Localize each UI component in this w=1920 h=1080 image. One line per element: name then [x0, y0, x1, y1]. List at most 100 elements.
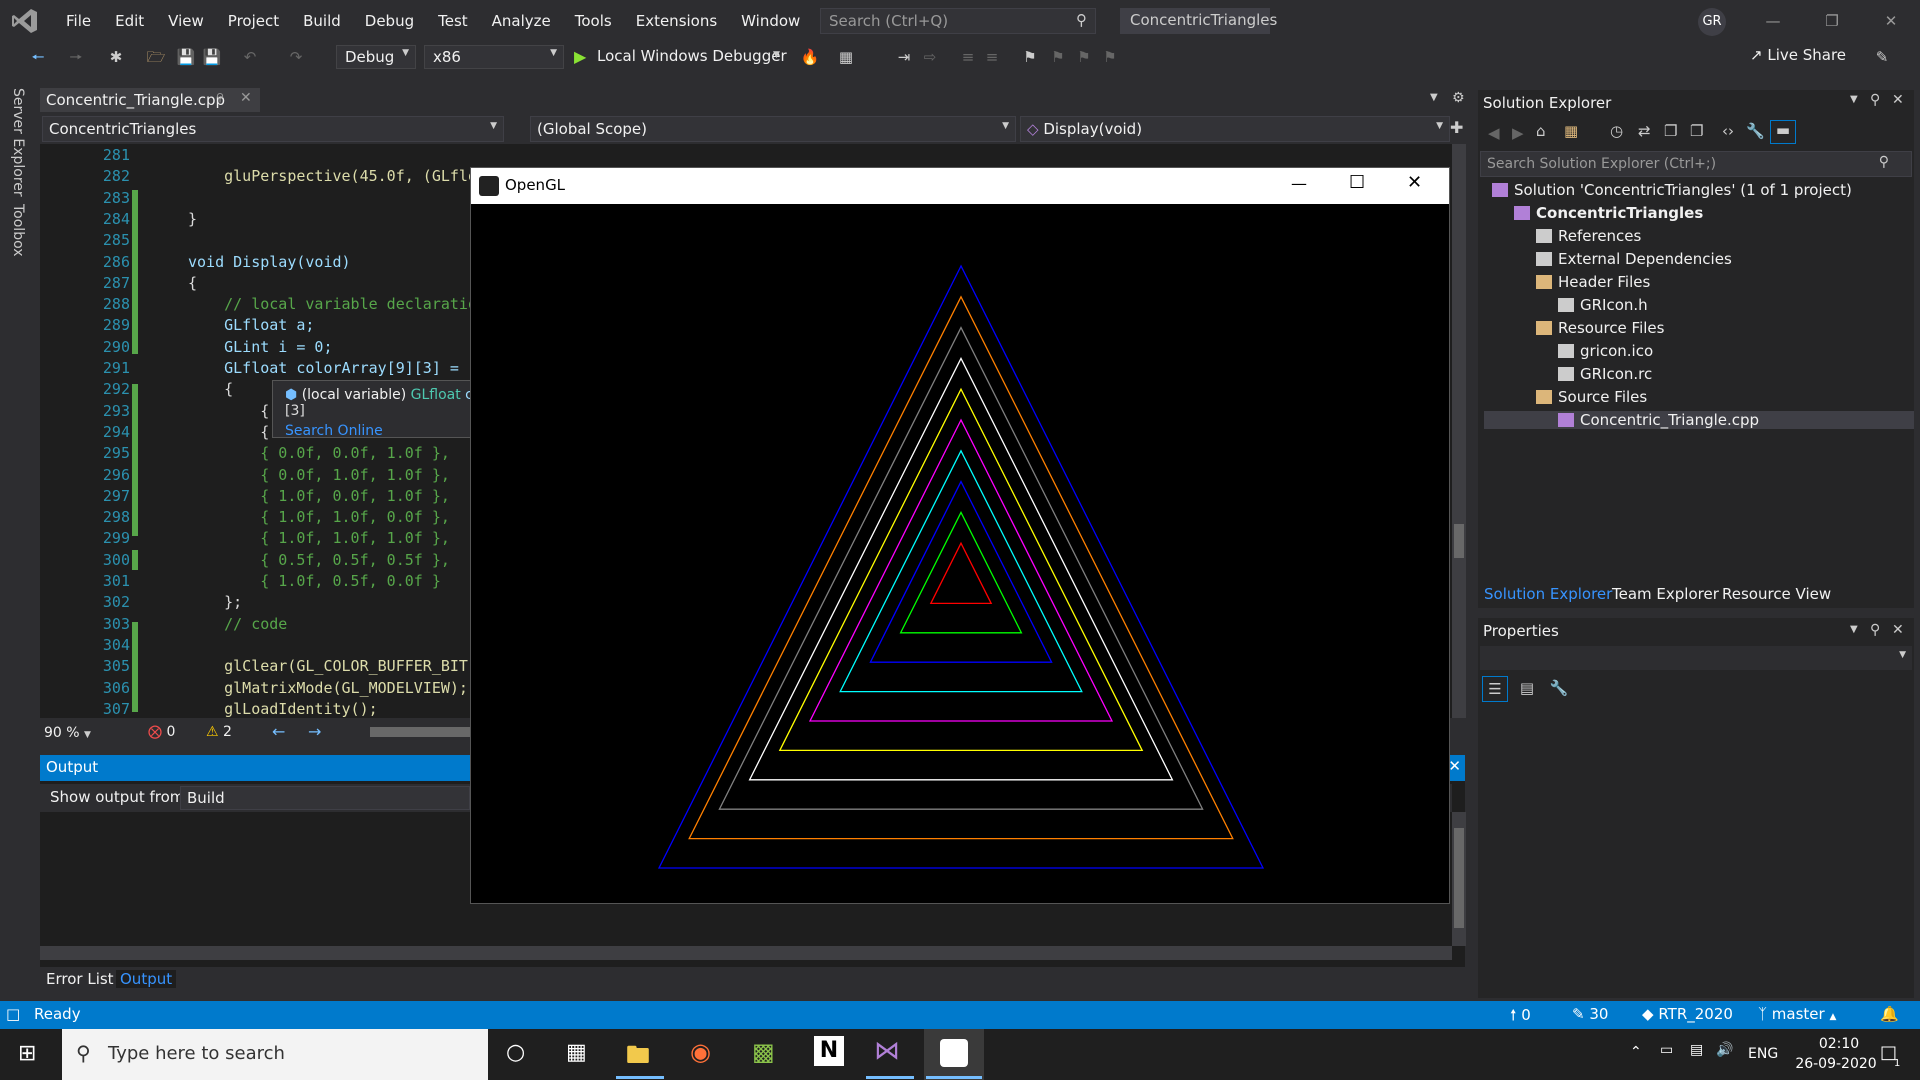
undo-icon[interactable]: ↶ [240, 47, 260, 67]
solution-tree-item[interactable]: Concentric_Triangle.cpp [1484, 411, 1914, 429]
code-line[interactable]: } [188, 210, 197, 228]
menu-item-tools[interactable]: Tools [563, 12, 624, 30]
menu-item-window[interactable]: Window [729, 12, 812, 30]
pin-icon[interactable]: ⚲ [1870, 622, 1880, 638]
code-line[interactable]: void Display(void) [188, 253, 351, 271]
bookmark-icon[interactable]: ⚑ [1020, 47, 1040, 67]
next-issue-icon[interactable]: → [308, 722, 321, 741]
save-icon[interactable]: 💾 [176, 47, 196, 67]
prev-issue-icon[interactable]: ← [272, 722, 285, 741]
code-icon[interactable]: ‹› [1722, 122, 1734, 140]
gear-icon[interactable]: ⚙ [1452, 90, 1465, 106]
pin-icon[interactable]: ⚲ [1870, 92, 1880, 108]
show-all-files-icon[interactable]: ❐ [1690, 122, 1703, 140]
taskbar-search-input[interactable]: ⚲ Type here to search [62, 1029, 488, 1080]
code-line[interactable]: glMatrixMode(GL_MODELVIEW); [188, 679, 468, 697]
menu-item-edit[interactable]: Edit [103, 12, 156, 30]
code-line[interactable]: { [188, 274, 197, 292]
pin-icon[interactable]: ⚲ [216, 91, 224, 104]
alphabetical-icon[interactable]: ▤ [1514, 676, 1540, 702]
step-over-icon[interactable]: ⇨ [920, 47, 940, 67]
solution-tree-item[interactable]: GRIcon.rc [1484, 365, 1914, 383]
live-share-button[interactable]: ↗ Live Share [1750, 46, 1846, 64]
switch-view-icon[interactable]: ▦ [1564, 122, 1578, 140]
hot-reload-icon[interactable]: 🔥 [800, 47, 820, 67]
redo-icon[interactable]: ↷ [286, 47, 306, 67]
minimize-icon[interactable]: — [1291, 174, 1307, 193]
zoom-select[interactable]: 90 % ▼ [44, 725, 91, 741]
clear-bookmarks-icon[interactable]: ⚑ [1100, 47, 1120, 67]
member-select[interactable]: ◇ Display(void) ▼ [1020, 116, 1450, 142]
configuration-select[interactable]: Debug ▼ [336, 45, 416, 69]
code-line[interactable]: // local variable declaration [188, 295, 486, 313]
network-icon[interactable]: ▤ [1690, 1042, 1703, 1058]
next-bookmark-icon[interactable]: ⚑ [1074, 47, 1094, 67]
battery-icon[interactable]: ▭ [1660, 1042, 1673, 1058]
code-line[interactable]: }; [188, 593, 242, 611]
code-line[interactable]: { 1.0f, 1.0f, 1.0f }, // [188, 529, 495, 547]
paint-icon[interactable]: ▩ [752, 1038, 775, 1066]
close-icon[interactable]: ✕ [1407, 172, 1422, 193]
code-line[interactable]: { 0.0f, 1.0f, 1.0f }, // [188, 466, 495, 484]
menu-item-analyze[interactable]: Analyze [480, 12, 563, 30]
windows-start-icon[interactable]: ⊞ [18, 1041, 36, 1066]
code-line[interactable]: { 1.0f, 0.0f, 1.0f }, // [188, 487, 495, 505]
warnings-indicator[interactable]: ⚠ 2 [206, 724, 232, 740]
toolbox-tab[interactable]: Toolbox [10, 204, 26, 257]
property-pages-icon[interactable]: 🔧 [1546, 676, 1572, 702]
platform-select[interactable]: x86 ▼ [424, 45, 564, 69]
maximize-icon[interactable]: ☐ [1349, 172, 1365, 193]
code-line[interactable]: { [188, 380, 233, 398]
volume-icon[interactable]: 🔊 [1716, 1042, 1733, 1058]
tab-error-list[interactable]: Error List [46, 970, 114, 988]
menu-item-build[interactable]: Build [291, 12, 353, 30]
tab-list-icon[interactable]: ▼ [1430, 92, 1438, 103]
code-line[interactable]: GLfloat colorArray[9][3] = [188, 359, 459, 377]
solution-tree-item[interactable]: References [1484, 227, 1914, 245]
clock-date[interactable]: 26-09-2020 [1794, 1056, 1878, 1072]
play-icon[interactable]: ▶ [574, 47, 586, 66]
code-line[interactable]: glLoadIdentity(); [188, 700, 378, 718]
opengl-taskbar-button[interactable] [924, 1029, 984, 1080]
solution-tree-item[interactable]: gricon.ico [1484, 342, 1914, 360]
tab-solution-explorer[interactable]: Solution Explorer [1484, 585, 1612, 603]
opengl-window[interactable]: OpenGL — ☐ ✕ [470, 167, 1450, 904]
repository-indicator[interactable]: ◆ RTR_2020 [1642, 1005, 1733, 1023]
collapse-all-icon[interactable]: ❐ [1664, 122, 1677, 140]
categorized-icon[interactable]: ☰ [1482, 676, 1508, 702]
close-icon[interactable]: ✕ [1892, 622, 1904, 638]
solution-tree-item[interactable]: Header Files [1484, 273, 1914, 291]
code-line[interactable]: { 0.5f, 0.5f, 0.5f }, // [188, 551, 495, 569]
code-line[interactable]: gluPerspective(45.0f, (GLfloat [188, 167, 495, 185]
code-line[interactable]: GLfloat a; [188, 316, 314, 334]
cortana-icon[interactable]: ○ [506, 1040, 525, 1065]
language-indicator[interactable]: ENG [1748, 1046, 1778, 1062]
avatar[interactable]: GR [1698, 8, 1726, 36]
output-hscrollbar[interactable] [40, 946, 1452, 960]
code-line[interactable]: glClear(GL_COLOR_BUFFER_BIT | [188, 657, 486, 675]
solution-tree-item[interactable]: GRIcon.h [1484, 296, 1914, 314]
close-icon[interactable]: ✕ [1892, 92, 1904, 108]
prev-bookmark-icon[interactable]: ⚑ [1048, 47, 1068, 67]
new-project-icon[interactable]: ✱ [106, 47, 126, 67]
chevron-down-icon[interactable]: ▼ [773, 50, 780, 60]
solution-tree-item[interactable]: Solution 'ConcentricTriangles' (1 of 1 p… [1484, 181, 1914, 199]
comment-icon[interactable]: ≡ [958, 47, 978, 67]
start-debugger-button[interactable]: Local Windows Debugger [597, 47, 787, 65]
back-icon[interactable]: 🠔 [28, 47, 48, 67]
tab-resource-view[interactable]: Resource View [1722, 585, 1831, 603]
visual-studio-taskbar-icon[interactable]: ⋈ [874, 1036, 900, 1066]
pending-changes-indicator[interactable]: ✎ 30 [1572, 1005, 1608, 1023]
show-hidden-icons-icon[interactable]: ⌃ [1630, 1044, 1642, 1060]
save-all-icon[interactable]: 💾 [202, 47, 222, 67]
code-line[interactable]: GLint i = 0; [188, 338, 332, 356]
code-line[interactable]: // code [188, 615, 287, 633]
chevron-down-icon[interactable]: ▼ [1850, 94, 1858, 105]
code-line[interactable]: { 1.0f, 0.5f, 0.0f } // [188, 572, 495, 590]
clock-time[interactable]: 02:10 [1804, 1036, 1874, 1052]
tab-output[interactable]: Output [116, 970, 177, 988]
code-line[interactable]: { 0.0f, 0.0f, 1.0f }, // [188, 444, 495, 462]
menu-item-extensions[interactable]: Extensions [624, 12, 729, 30]
errors-indicator[interactable]: ⨂ 0 [148, 724, 175, 740]
forward-icon[interactable]: 🠖 [66, 47, 86, 67]
